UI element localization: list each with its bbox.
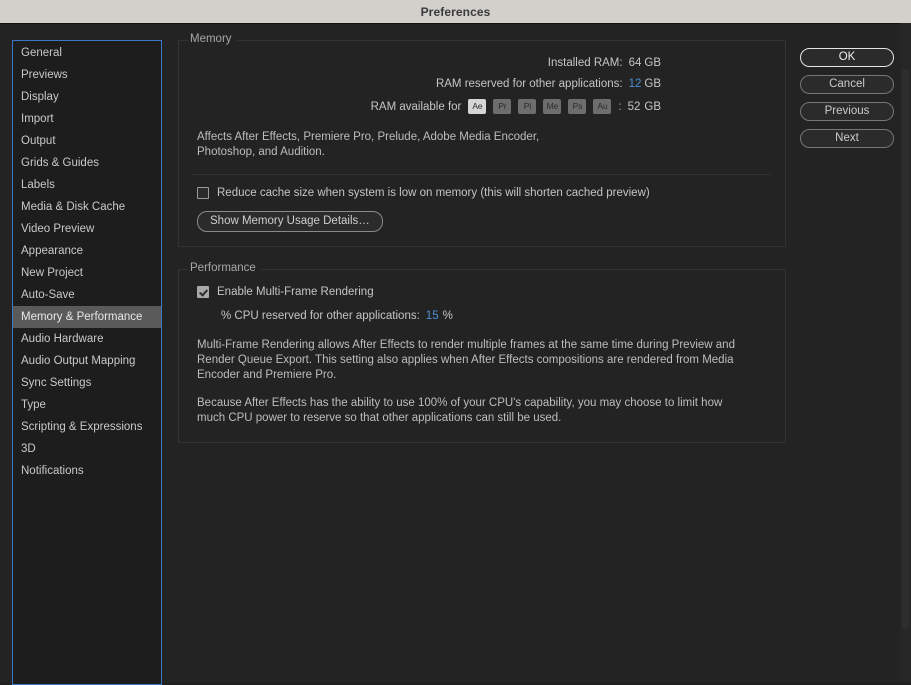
installed-ram-label: Installed RAM: [547,57,623,69]
next-button[interactable]: Next [800,129,894,148]
sidebar-item-video-preview[interactable]: Video Preview [13,218,161,240]
sidebar-item-output[interactable]: Output [13,130,161,152]
app-chip-audition[interactable]: Au [593,99,612,114]
sidebar-item-general[interactable]: General [13,42,161,64]
mfr-description-paragraph-1: Multi-Frame Rendering allows After Effec… [197,339,735,381]
reduce-cache-checkbox[interactable] [197,187,209,199]
sidebar-item-type[interactable]: Type [13,394,161,416]
sidebar-item-sync-settings[interactable]: Sync Settings [13,372,161,394]
sidebar-item-3d[interactable]: 3D [13,438,161,460]
reserved-ram-row: RAM reserved for other applications: 12 … [193,78,771,90]
window-title: Preferences [420,4,491,19]
sidebar-item-audio-hardware[interactable]: Audio Hardware [13,328,161,350]
dialog-scrollbar-thumb[interactable] [902,69,909,629]
dialog-scrollbar[interactable] [900,23,911,682]
sidebar-item-scripting-expressions[interactable]: Scripting & Expressions [13,416,161,438]
mfr-row[interactable]: Enable Multi-Frame Rendering [193,286,771,298]
ram-available-label: RAM available for [370,100,462,113]
mfr-description-paragraph-2: Because After Effects has the ability to… [197,397,723,424]
title-bar: Preferences [0,0,911,24]
reduce-cache-row[interactable]: Reduce cache size when system is low on … [193,187,771,199]
ram-available-row: RAM available for Ae Pr Pl Me Ps Au : 52 GB [193,99,771,114]
app-chip-photoshop[interactable]: Ps [568,99,587,114]
sidebar-item-import[interactable]: Import [13,108,161,130]
memory-group: Memory Installed RAM: 64 GB RAM reserved… [178,33,786,247]
sidebar-item-display[interactable]: Display [13,86,161,108]
memory-group-title: Memory [188,33,237,45]
sidebar-item-auto-save[interactable]: Auto-Save [13,284,161,306]
performance-group: Performance Enable Multi-Frame Rendering… [178,262,786,443]
app-chip-premiere-pro[interactable]: Pr [493,99,512,114]
dialog-button-column: OK Cancel Previous Next [800,48,894,156]
enable-multi-frame-rendering-checkbox[interactable] [197,286,209,298]
installed-ram-row: Installed RAM: 64 GB [193,57,771,69]
app-chip-group: Ae Pr Pl Me Ps Au [468,99,618,114]
reserved-ram-value[interactable]: 12 [629,78,642,90]
reserved-ram-label: RAM reserved for other applications: [435,78,623,90]
sidebar-item-media-disk-cache[interactable]: Media & Disk Cache [13,196,161,218]
sidebar-item-labels[interactable]: Labels [13,174,161,196]
dialog-body: General Previews Display Import Output Grids … [0,24,911,685]
installed-ram-unit: GB [644,57,661,69]
affects-note-line1: Affects After Effects, Premiere Pro, Pre… [197,131,540,143]
sidebar-item-memory-performance[interactable]: Memory & Performance [13,306,161,328]
preferences-dialog: Preferences General Previews Display Import… [0,0,911,685]
preferences-category-list[interactable]: General Previews Display Import Output Grids … [12,40,162,685]
ram-available-unit: GB [644,100,661,113]
app-chip-media-encoder[interactable]: Me [543,99,562,114]
main-content: Memory Installed RAM: 64 GB RAM reserved… [178,33,786,465]
cpu-reserved-unit: % [442,310,453,322]
ok-button[interactable]: OK [800,48,894,67]
cancel-button[interactable]: Cancel [800,75,894,94]
sidebar-item-new-project[interactable]: New Project [13,262,161,284]
previous-button[interactable]: Previous [800,102,894,121]
cpu-reserved-row: % CPU reserved for other applications: 1… [221,310,771,322]
reserved-ram-unit: GB [644,78,661,90]
ram-available-separator: : [618,100,622,113]
sidebar-item-appearance[interactable]: Appearance [13,240,161,262]
performance-group-title: Performance [188,262,261,274]
reduce-cache-label: Reduce cache size when system is low on … [217,187,650,199]
sidebar-item-notifications[interactable]: Notifications [13,460,161,482]
installed-ram-value: 64 [628,57,642,69]
app-chip-after-effects[interactable]: Ae [468,99,487,114]
memory-divider [193,174,771,175]
ram-available-value: 52 [627,100,641,113]
app-chip-prelude[interactable]: Pl [518,99,537,114]
enable-multi-frame-rendering-label: Enable Multi-Frame Rendering [217,286,374,298]
cpu-reserved-value[interactable]: 15 [426,310,439,322]
affects-note: Affects After Effects, Premiere Pro, Pre… [193,130,771,160]
affects-note-line2: Photoshop, and Audition. [197,146,325,158]
sidebar-item-grids-guides[interactable]: Grids & Guides [13,152,161,174]
sidebar-item-previews[interactable]: Previews [13,64,161,86]
sidebar-item-audio-output-mapping[interactable]: Audio Output Mapping [13,350,161,372]
show-memory-usage-details-button[interactable]: Show Memory Usage Details… [197,211,383,232]
cpu-reserved-label: % CPU reserved for other applications: [221,310,420,322]
